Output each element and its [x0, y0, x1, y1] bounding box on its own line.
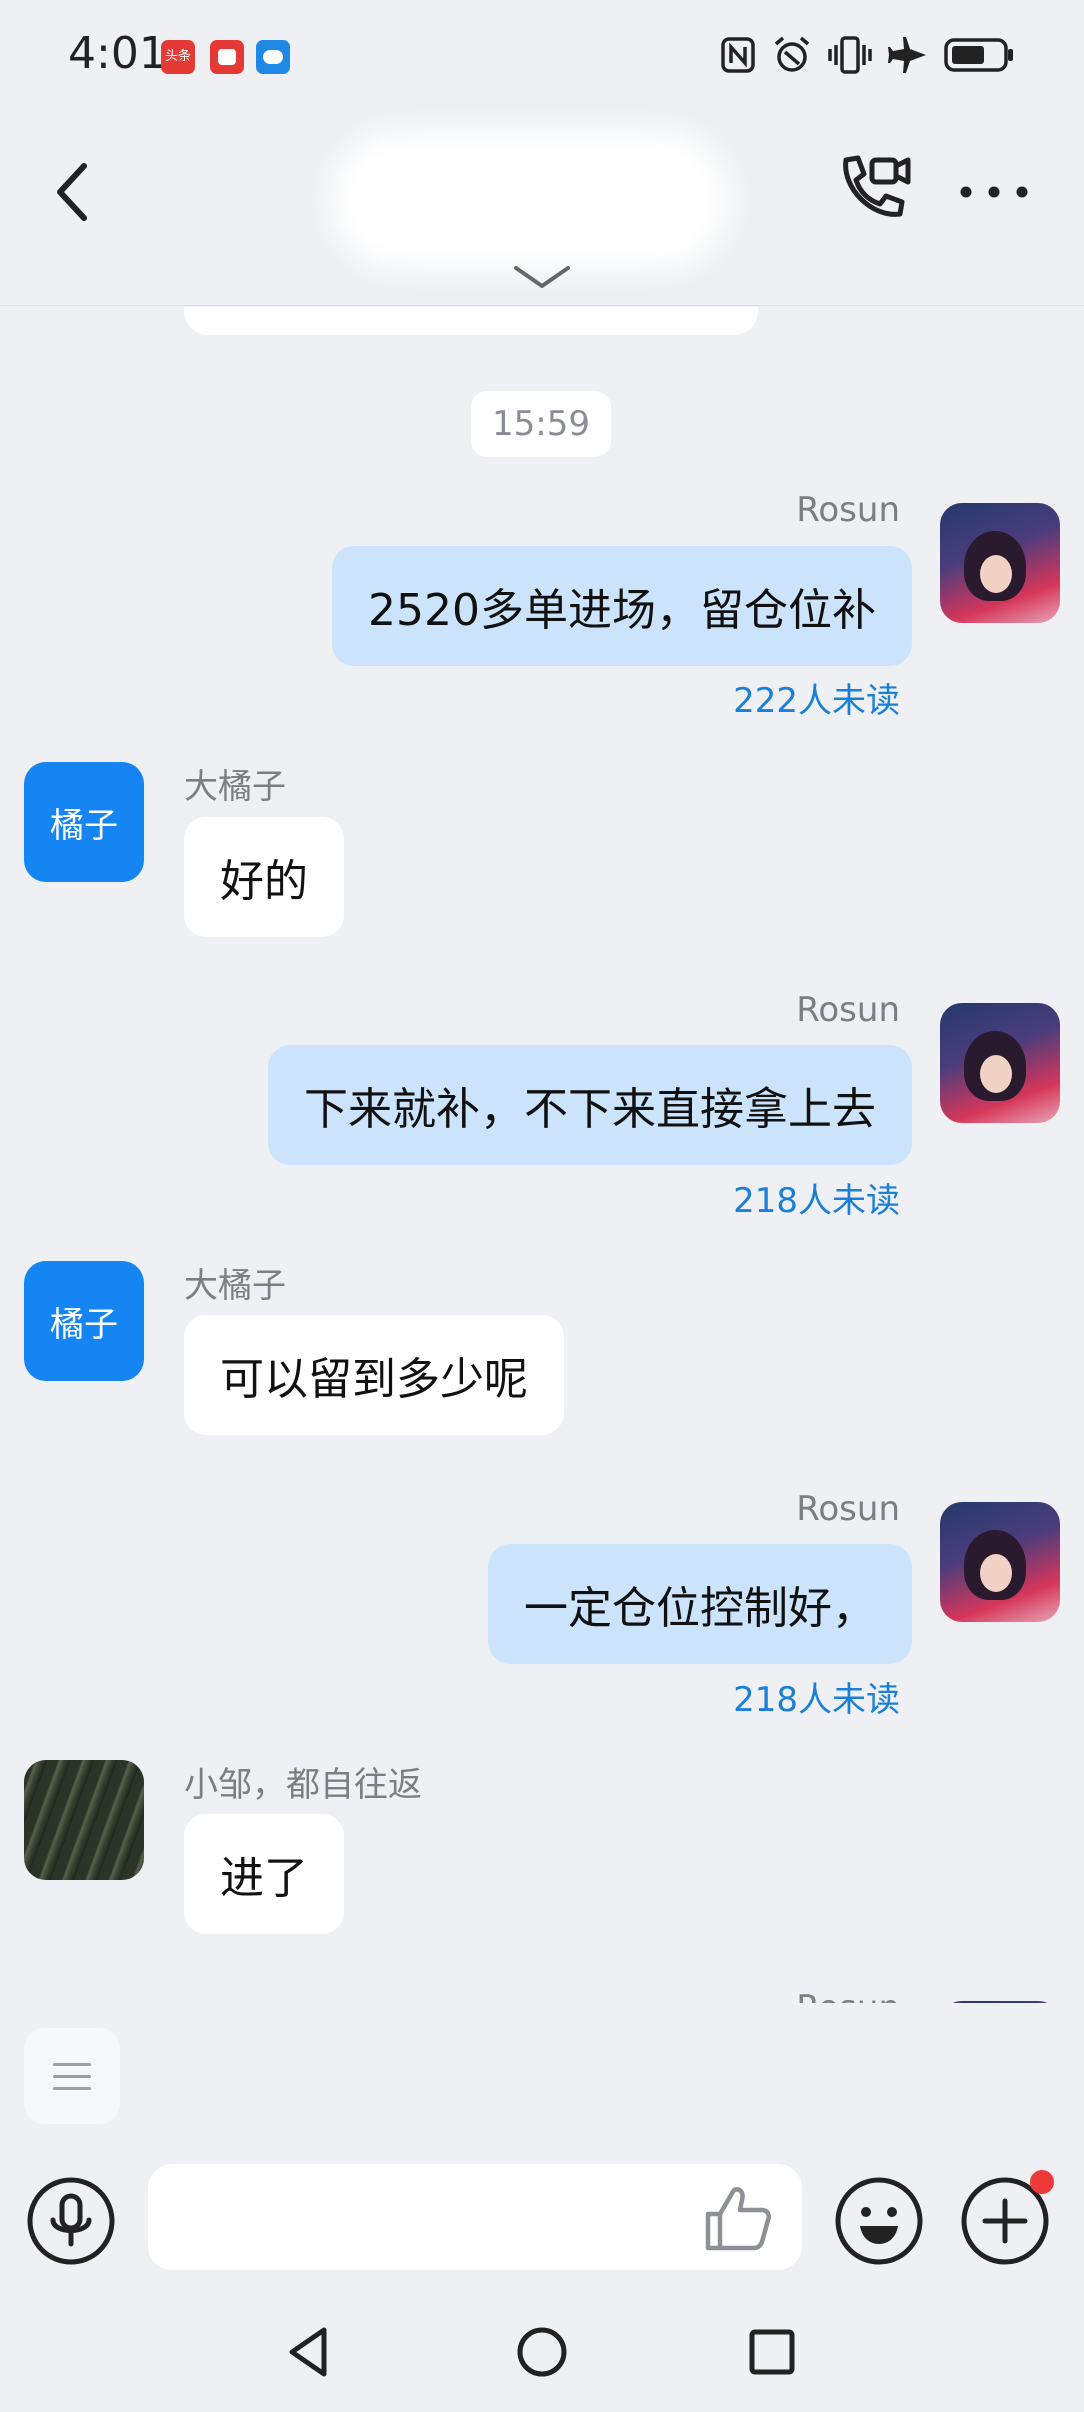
time-separator: 15:59 [471, 391, 611, 457]
input-bar [0, 2140, 1084, 2290]
message-sender: Rosun [796, 990, 900, 1030]
chat-header [0, 110, 1084, 306]
message-bubble-outgoing[interactable]: 一定仓位控制好， [488, 1544, 912, 1664]
menu-line [53, 2086, 91, 2090]
nfc-icon [721, 37, 755, 73]
toutiao-notification-icon: 头条 [161, 40, 195, 74]
airplane-icon [888, 37, 926, 73]
menu-line [53, 2062, 91, 2066]
message-bubble-incoming[interactable]: 好的 [184, 817, 344, 937]
avatar-rosun[interactable] [940, 1502, 1060, 1622]
avatar-rosun[interactable] [940, 1003, 1060, 1123]
video-call-icon[interactable] [832, 148, 912, 228]
chevron-left-icon[interactable] [48, 152, 98, 232]
message-sender: Rosun [796, 1489, 900, 1529]
avatar-dajuzi[interactable]: 橘子 [24, 1261, 144, 1381]
message-list[interactable]: 15:59 Rosun 2520多单进场，留仓位补 222人未读 橘子 大橘子 … [0, 307, 1084, 2003]
status-time: 4:01 [68, 28, 167, 79]
chat-title[interactable] [330, 130, 730, 270]
notification-dot [1030, 2170, 1054, 2194]
alarm-icon [774, 36, 810, 72]
quick-menu-button[interactable] [24, 2028, 120, 2124]
message-sender: 大橘子 [184, 767, 286, 807]
avatar-dajuzi[interactable]: 橘子 [24, 762, 144, 882]
nav-back-icon[interactable] [280, 2322, 340, 2382]
status-icons [720, 30, 1014, 80]
smiley-icon[interactable] [834, 2176, 924, 2266]
microphone-icon[interactable] [26, 2176, 116, 2266]
chat-screen: 4:01 头条 15:59 Rosun 2520多单进场，留仓位补 222人未读 [0, 0, 1084, 2412]
vibrate-icon [828, 36, 872, 74]
avatar-rosun[interactable] [940, 503, 1060, 623]
unread-count[interactable]: 218人未读 [733, 1672, 900, 1721]
message-sender: 小邹，都自往返 [184, 1765, 422, 1805]
message-bubble-outgoing[interactable]: 2520多单进场，留仓位补 [332, 546, 912, 666]
chevron-down-icon[interactable] [512, 260, 572, 296]
battery-icon [944, 38, 1013, 72]
message-bubble-incoming[interactable]: 可以留到多少呢 [184, 1315, 564, 1435]
message-bubble-outgoing[interactable]: 下来就补，不下来直接拿上去 [268, 1045, 912, 1165]
unread-count[interactable]: 218人未读 [733, 1173, 900, 1222]
blue-app-notification-icon [256, 40, 290, 74]
avatar-xiaozou[interactable] [24, 1760, 144, 1880]
nav-recent-apps-icon[interactable] [742, 2322, 802, 2382]
avatar-rosun[interactable] [940, 2001, 1060, 2003]
message-sender: Rosun [796, 490, 900, 530]
status-bar: 4:01 头条 [0, 0, 1084, 110]
nav-home-icon[interactable] [512, 2322, 572, 2382]
system-navigation-bar [0, 2290, 1084, 2412]
message-bubble-incoming[interactable]: 进了 [184, 1814, 344, 1934]
menu-line [53, 2074, 91, 2078]
thumbs-up-icon[interactable] [700, 2180, 776, 2256]
unread-count[interactable]: 222人未读 [733, 673, 900, 722]
message-sender: 大橘子 [184, 1266, 286, 1306]
message-sender: Rosun [796, 1988, 900, 2003]
more-dots-icon[interactable] [954, 162, 1034, 222]
previous-message-bubble[interactable] [184, 307, 758, 335]
red-app-notification-icon [210, 40, 244, 74]
